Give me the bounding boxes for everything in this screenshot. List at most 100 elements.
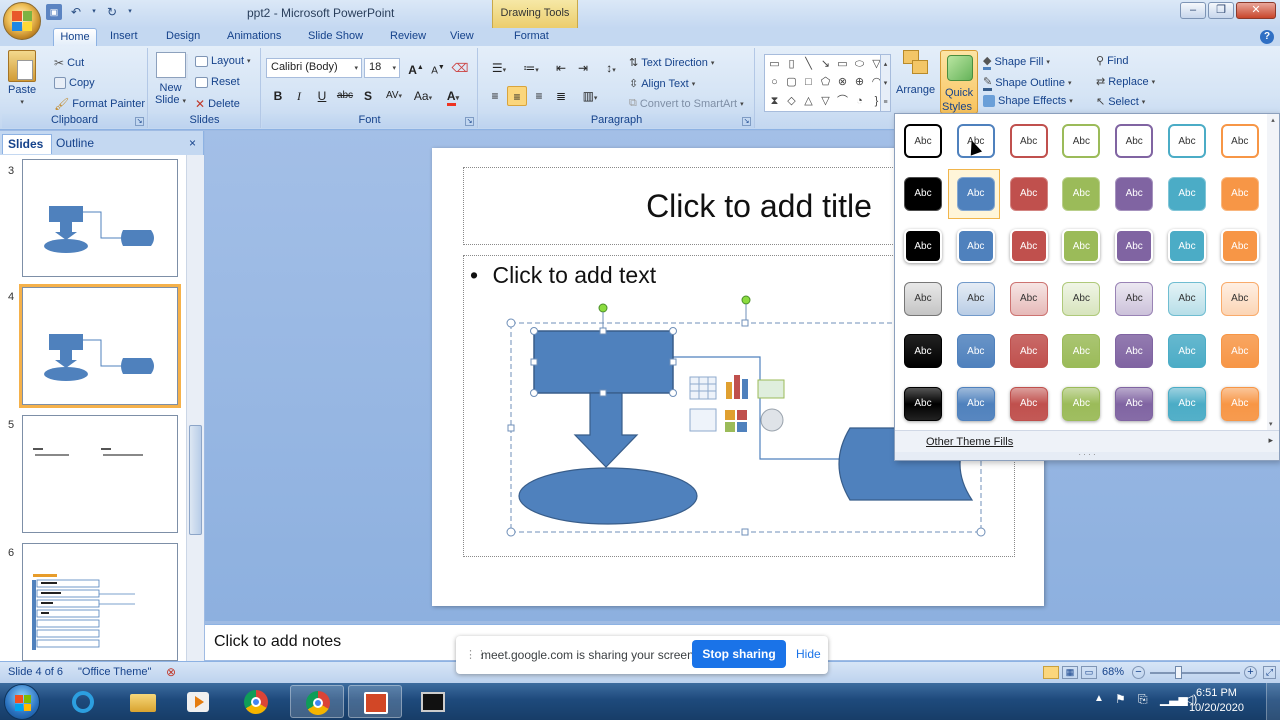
italic-button[interactable]: I — [289, 86, 309, 106]
gallery-scroll-down-icon[interactable]: ▾ — [1269, 420, 1273, 428]
rotation-handles[interactable] — [598, 295, 751, 313]
hide-banner-button[interactable]: Hide — [796, 647, 821, 661]
panel-close-button[interactable]: × — [189, 136, 196, 150]
spellcheck-icon[interactable]: ⊗ — [166, 665, 176, 679]
shape-fill-button[interactable]: ◆ Shape Fill ▾ — [983, 54, 1050, 70]
bold-button[interactable]: B — [268, 86, 288, 106]
quick-style-pastel-red[interactable]: Abc — [1009, 281, 1048, 316]
format-painter-button[interactable]: 🖌 Format Painter — [54, 97, 145, 111]
quick-style-intense-purple[interactable]: Abc — [1115, 334, 1154, 368]
shape-circle-icon[interactable]: ○ — [766, 74, 783, 90]
zoom-slider-track[interactable] — [1150, 672, 1240, 674]
replace-button[interactable]: ⇄ Replace ▾ — [1096, 75, 1155, 89]
tab-slides[interactable]: Slides — [2, 134, 52, 154]
quick-style-outline-black[interactable]: Abc — [904, 124, 942, 158]
restore-button[interactable]: ❐ — [1208, 2, 1234, 19]
quick-style-fill-orange[interactable]: Abc — [1220, 176, 1259, 211]
reset-button[interactable]: Reset — [195, 76, 240, 88]
layout-button[interactable]: Layout ▾ — [195, 55, 251, 67]
minimize-button[interactable]: – — [1180, 2, 1206, 19]
gallery-scrollbar[interactable]: ▴ ▾ — [1267, 114, 1279, 430]
customize-qat-icon[interactable]: ▾ — [126, 4, 134, 20]
numbering-button[interactable]: ≔▾ — [517, 58, 545, 78]
quick-style-fill-red[interactable]: Abc — [1009, 176, 1048, 211]
tab-design[interactable]: Design — [166, 30, 200, 42]
oval-shape[interactable] — [518, 467, 698, 525]
quick-style-glossy-purple[interactable]: Abc — [1115, 386, 1154, 421]
zoom-slider-thumb[interactable] — [1175, 666, 1182, 679]
new-slide-button[interactable]: New Slide ▾ — [155, 52, 186, 106]
align-text-button[interactable]: ⇳ Align Text ▾ — [629, 77, 695, 91]
paragraph-launcher-icon[interactable]: ↘ — [742, 117, 751, 126]
shape-square-icon[interactable]: □ — [800, 74, 817, 90]
quick-style-glossy-black[interactable]: Abc — [904, 386, 942, 421]
slide-thumbnail-4[interactable] — [19, 284, 181, 408]
grow-font-button[interactable]: A▲ — [406, 58, 426, 78]
quick-style-intense-black[interactable]: Abc — [904, 334, 942, 368]
show-desktop-button[interactable] — [1266, 683, 1280, 720]
font-launcher-icon[interactable]: ↘ — [465, 117, 474, 126]
command-prompt-icon[interactable] — [406, 685, 460, 718]
columns-button[interactable]: ▥▾ — [577, 86, 603, 106]
panel-scrollbar[interactable] — [186, 155, 204, 661]
quick-styles-button[interactable]: Quick Styles — [940, 50, 978, 114]
quick-style-light-black[interactable]: Abc — [904, 229, 942, 263]
tray-expand-icon[interactable]: ▲ — [1094, 693, 1104, 704]
align-right-icon[interactable]: ≡ — [529, 86, 549, 106]
powerpoint-icon[interactable] — [348, 685, 402, 718]
quick-style-light-blue[interactable]: Abc — [956, 229, 995, 263]
shape-rounded-rect-icon[interactable]: ▢ — [783, 74, 800, 90]
clear-formatting-icon[interactable]: ⌫ — [450, 58, 470, 78]
quick-style-glossy-aqua[interactable]: Abc — [1168, 386, 1206, 421]
undo-dropdown-icon[interactable]: ▾ — [90, 4, 98, 20]
shape-octagon-icon[interactable]: ⬠ — [817, 74, 834, 90]
slide-thumbnail-6[interactable] — [22, 543, 178, 661]
shape-plus-circle-icon[interactable]: ⊕ — [851, 74, 868, 90]
tab-outline[interactable]: Outline — [56, 136, 94, 150]
justify-icon[interactable]: ≣ — [551, 86, 571, 106]
quick-style-outline-aqua[interactable]: Abc — [1168, 124, 1206, 158]
file-explorer-icon[interactable] — [116, 685, 170, 718]
shape-outline-button[interactable]: ✎ Shape Outline ▾ — [983, 75, 1071, 91]
quick-style-pastel-aqua[interactable]: Abc — [1168, 281, 1206, 316]
slide-thumbnail-5[interactable] — [22, 415, 178, 533]
decrease-indent-icon[interactable]: ⇤ — [551, 58, 571, 78]
slide-thumbnail-3[interactable] — [22, 159, 178, 277]
quick-style-intense-orange[interactable]: Abc — [1220, 334, 1259, 368]
zoom-in-icon[interactable]: + — [1244, 666, 1257, 679]
quick-style-intense-green[interactable]: Abc — [1062, 334, 1101, 368]
text-shadow-button[interactable]: S — [358, 86, 378, 106]
chrome-active-icon[interactable] — [290, 685, 344, 718]
quick-style-glossy-green[interactable]: Abc — [1062, 386, 1101, 421]
shape-callout-icon[interactable]: ◔ — [851, 93, 868, 109]
shape-line-icon[interactable]: ╲ — [800, 56, 817, 72]
font-color-button[interactable]: A▾ — [440, 86, 466, 106]
quick-style-light-orange[interactable]: Abc — [1220, 229, 1259, 263]
gallery-scroll-up-icon[interactable]: ▴ — [1267, 116, 1279, 124]
quick-style-glossy-red[interactable]: Abc — [1009, 386, 1048, 421]
quick-style-outline-orange[interactable]: Abc — [1220, 124, 1259, 158]
media-player-icon[interactable] — [171, 685, 225, 718]
shape-oval-icon[interactable]: ⬭ — [851, 56, 868, 72]
insert-content-icons[interactable] — [689, 375, 785, 432]
shape-diamond-icon[interactable]: ◇ — [783, 93, 800, 109]
strikethrough-button[interactable]: abc — [335, 86, 355, 106]
shapes-gallery-scroll[interactable]: ▴ ▾ ≡ — [880, 54, 891, 112]
chrome-icon[interactable] — [229, 685, 283, 718]
shrink-font-button[interactable]: A▼ — [428, 58, 448, 78]
increase-indent-icon[interactable]: ⇥ — [573, 58, 593, 78]
quick-style-fill-green[interactable]: Abc — [1062, 176, 1101, 211]
underline-button[interactable]: U — [312, 86, 332, 106]
panel-scroll-thumb[interactable] — [189, 425, 202, 535]
delete-slide-button[interactable]: ✕ Delete — [195, 97, 240, 111]
quick-style-outline-purple[interactable]: Abc — [1115, 124, 1154, 158]
quick-style-outline-red[interactable]: Abc — [1009, 124, 1048, 158]
quick-style-fill-purple[interactable]: Abc — [1115, 176, 1154, 211]
quick-style-pastel-orange[interactable]: Abc — [1220, 281, 1259, 316]
shape-textbox-icon[interactable]: ▭ — [766, 56, 783, 72]
quick-style-pastel-blue[interactable]: Abc — [956, 281, 995, 316]
tab-review[interactable]: Review — [390, 30, 426, 42]
shape-hourglass-icon[interactable]: ⧗ — [766, 93, 783, 109]
cut-button[interactable]: ✂ Cut — [54, 56, 84, 70]
quick-style-intense-aqua[interactable]: Abc — [1168, 334, 1206, 368]
